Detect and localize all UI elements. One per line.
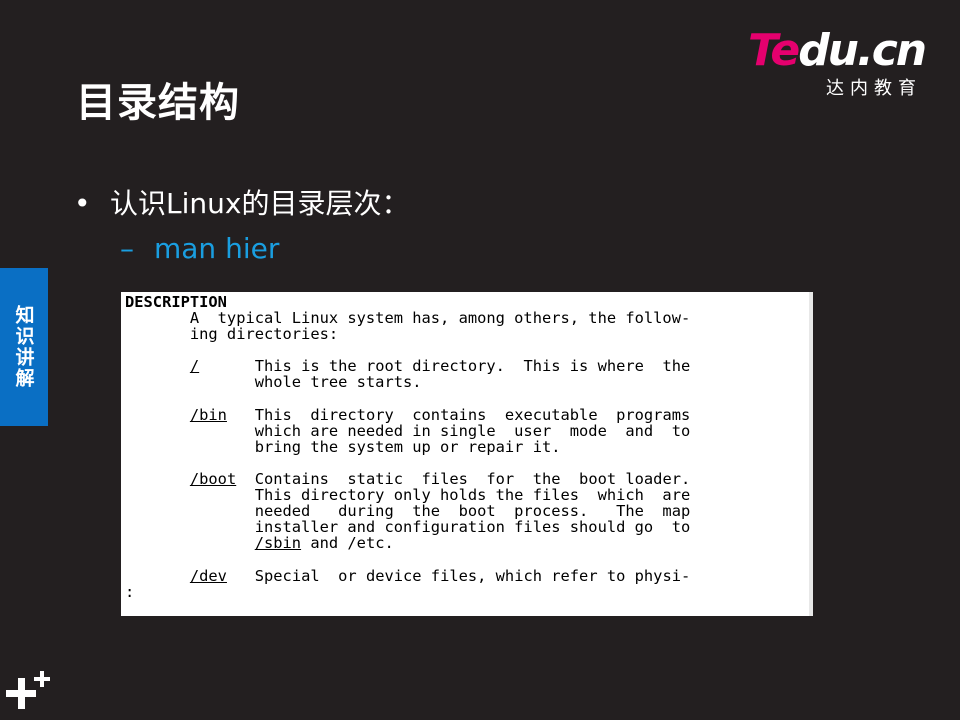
side-tab-knowledge: 知识讲解 [0,268,48,426]
bullet-dot-icon: • [74,187,91,220]
side-tab-label: 知识讲解 [12,305,35,389]
logo-subtitle: 达内教育 [826,78,922,99]
sub-bullet-text: man hier [154,232,280,265]
slide-title: 目录结构 [76,80,240,126]
terminal-prompt[interactable]: : [125,583,134,601]
logo-text-accent: Te [748,25,800,76]
terminal-line: whole tree starts. [125,373,422,392]
terminal-line: /dev Special or device files, which refe… [189,566,691,585]
terminal-line: ing directories: [125,325,339,344]
logo-text-main: du.cn [798,25,927,76]
terminal-content: DESCRIPTION A typical Linux system has, … [121,292,813,600]
bullet-text: 认识Linux的目录层次： [110,187,410,220]
sub-bullet-item: – man hier [120,232,279,265]
terminal-line: bring the system up or repair it. [125,437,561,456]
terminal-line: /sbin and /etc. [254,534,394,553]
terminal-scrollbar[interactable] [809,292,813,616]
terminal-screenshot: DESCRIPTION A typical Linux system has, … [121,292,813,616]
tedu-logo: Tedu.cn 达内教育 [748,25,938,100]
dash-icon: – [120,232,134,265]
plus-logo-icon [6,670,54,714]
bullet-item: • 认识Linux的目录层次： [74,182,409,222]
